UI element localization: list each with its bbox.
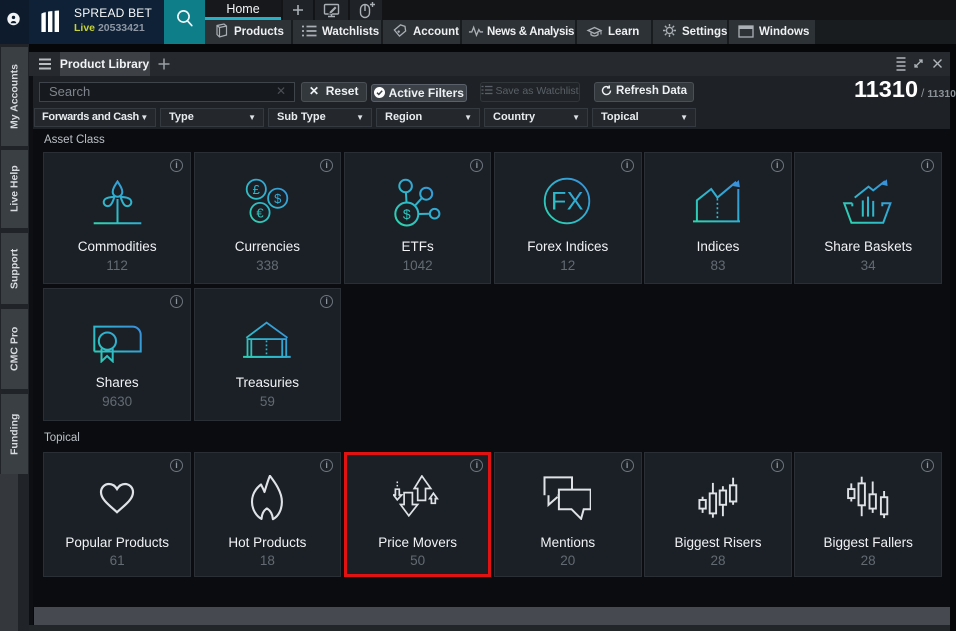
- svg-text:FX: FX: [551, 187, 584, 215]
- svg-text:£: £: [253, 182, 261, 197]
- svg-text:$: $: [403, 206, 411, 222]
- svg-text:$: $: [275, 191, 283, 206]
- svg-text:€: €: [257, 205, 265, 220]
